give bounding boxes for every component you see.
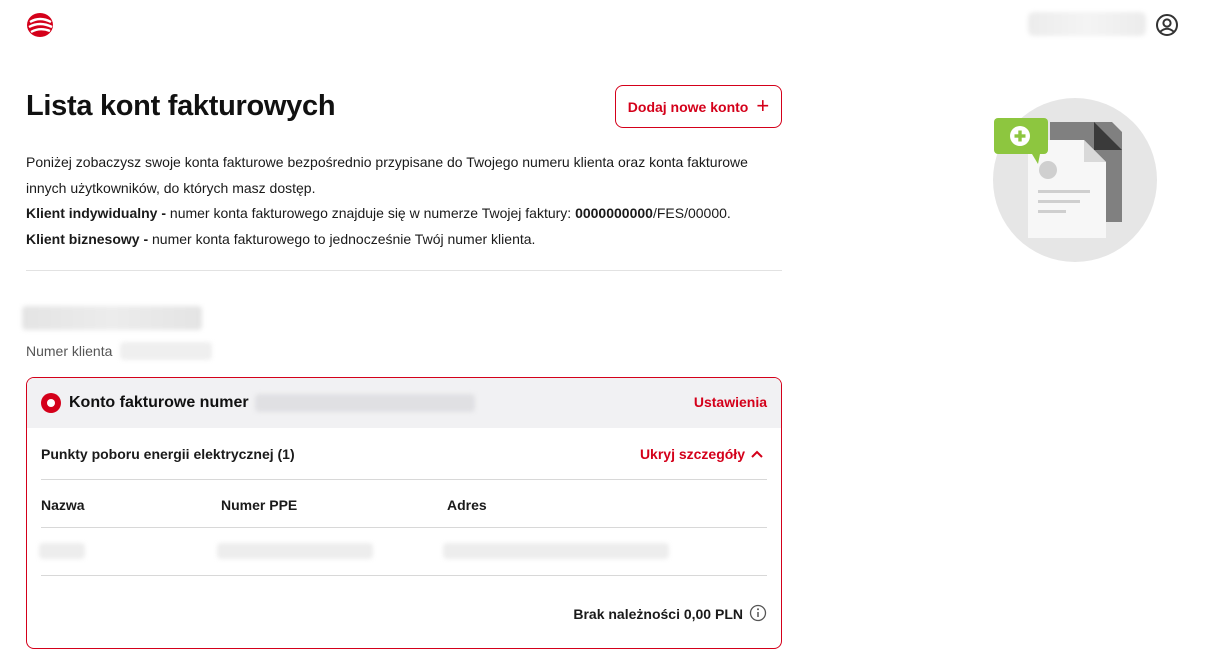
user-name-redacted: [1028, 12, 1146, 36]
billing-account-card: Konto fakturowe numer Ustawienia Punkty …: [26, 377, 782, 649]
account-number-redacted: [254, 394, 475, 412]
column-header-name: Nazwa: [41, 497, 85, 513]
brand-logo-icon[interactable]: [24, 10, 56, 40]
table-cell-redacted: [39, 543, 85, 559]
add-account-button[interactable]: Dodaj nowe konto +: [615, 85, 782, 128]
chevron-up-icon: [751, 450, 763, 458]
row-divider: [41, 479, 767, 480]
row-divider: [41, 527, 767, 528]
business-client-note: Klient biznesowy - numer konta fakturowe…: [26, 227, 786, 253]
document-add-illustration: [993, 98, 1157, 262]
individual-client-note: Klient indywidualny - numer konta faktur…: [26, 201, 786, 227]
individual-text: numer konta fakturowego znajduje się w n…: [166, 205, 576, 221]
individual-label: Klient indywidualny -: [26, 205, 167, 221]
hide-details-toggle[interactable]: Ukryj szczegóły: [640, 446, 763, 462]
plus-icon: +: [756, 92, 770, 118]
table-cell-redacted: [443, 543, 669, 559]
business-text: numer konta fakturowego to jednocześnie …: [148, 230, 536, 247]
card-header: Konto fakturowe numer Ustawienia: [27, 378, 781, 428]
account-radio[interactable]: [41, 393, 61, 413]
client-name-redacted: [22, 306, 202, 330]
hide-details-label: Ukryj szczegóły: [639, 446, 745, 462]
user-circle-icon[interactable]: [1155, 13, 1179, 37]
intro-text: Poniżej zobaczysz swoje konta fakturowe …: [26, 150, 786, 252]
row-divider: [41, 575, 767, 576]
column-header-address: Adres: [447, 497, 487, 513]
column-header-ppe: Numer PPE: [221, 497, 298, 513]
table-cell-redacted: [217, 543, 373, 559]
client-number-redacted: [120, 342, 213, 360]
invoice-number-example: 0000000000: [575, 205, 653, 221]
info-icon[interactable]: [749, 604, 767, 622]
business-label: Klient biznesowy -: [26, 230, 149, 247]
intro-paragraph: Poniżej zobaczysz swoje konta fakturowe …: [26, 154, 748, 196]
divider: [26, 270, 782, 271]
client-number-label: Numer klienta: [26, 343, 113, 359]
add-account-label: Dodaj nowe konto: [627, 98, 749, 115]
invoice-suffix: /FES/00000.: [652, 205, 731, 221]
balance-text: Brak należności 0,00 PLN: [573, 606, 743, 622]
account-title: Konto fakturowe numer: [69, 394, 249, 411]
settings-link[interactable]: Ustawienia: [694, 394, 767, 410]
page-title: Lista kont fakturowych: [26, 90, 336, 122]
energy-points-label: Punkty poboru energii elektrycznej (1): [41, 446, 295, 462]
client-number-row: Numer klienta: [26, 342, 213, 360]
